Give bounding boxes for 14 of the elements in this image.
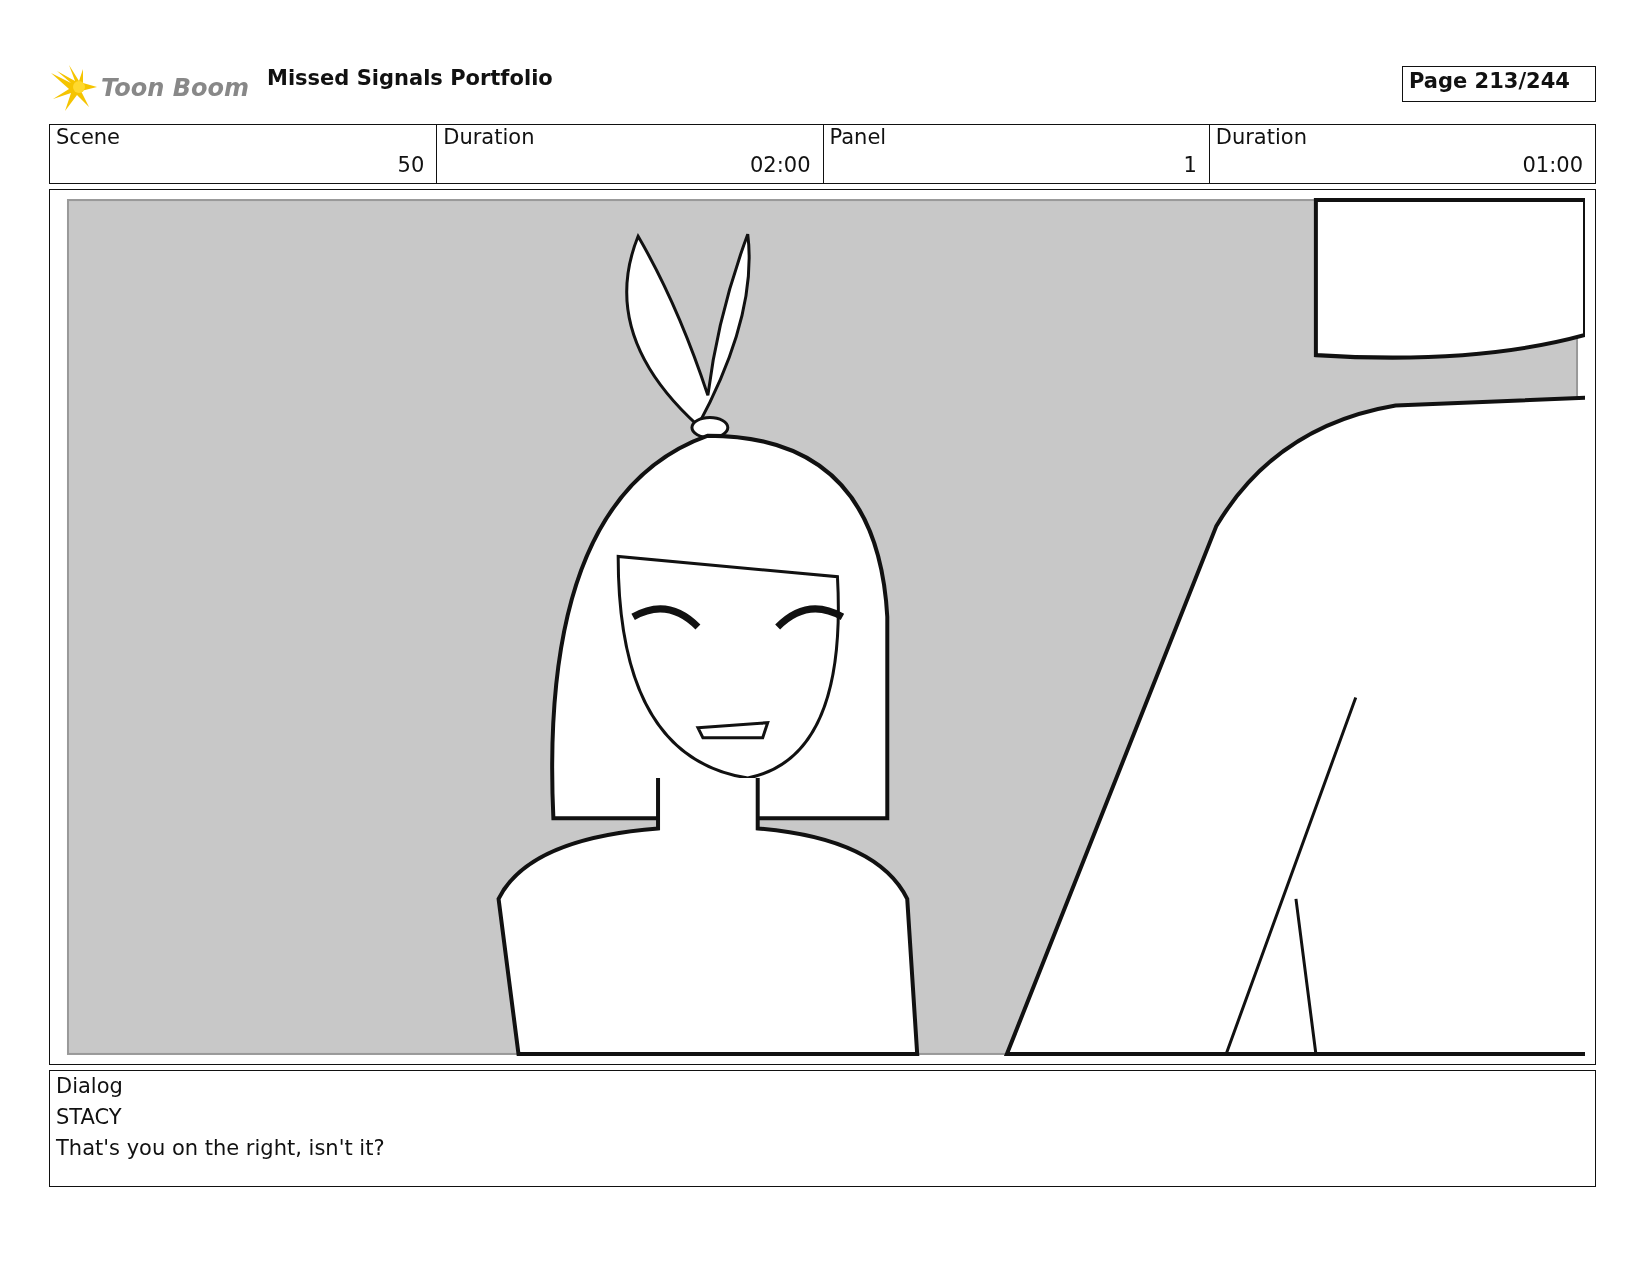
dialog-label: Dialog	[56, 1073, 124, 1100]
document-title: Missed Signals Portfolio	[267, 66, 554, 90]
page-number: Page 213/244	[1402, 66, 1596, 102]
field-value: 50	[396, 153, 425, 177]
field-value: 1	[1182, 153, 1197, 177]
dialog-line: That's you on the right, isn't it?	[56, 1135, 386, 1162]
field-value: 02:00	[748, 153, 811, 177]
dialog-line: STACY	[56, 1104, 123, 1131]
field-label: Duration	[1215, 125, 1308, 149]
field-label: Panel	[829, 125, 888, 149]
field-label: Scene	[56, 125, 122, 149]
field-value: 01:00	[1521, 153, 1583, 177]
logo-text: Toon Boom	[101, 74, 249, 102]
field-label: Duration	[443, 125, 536, 149]
